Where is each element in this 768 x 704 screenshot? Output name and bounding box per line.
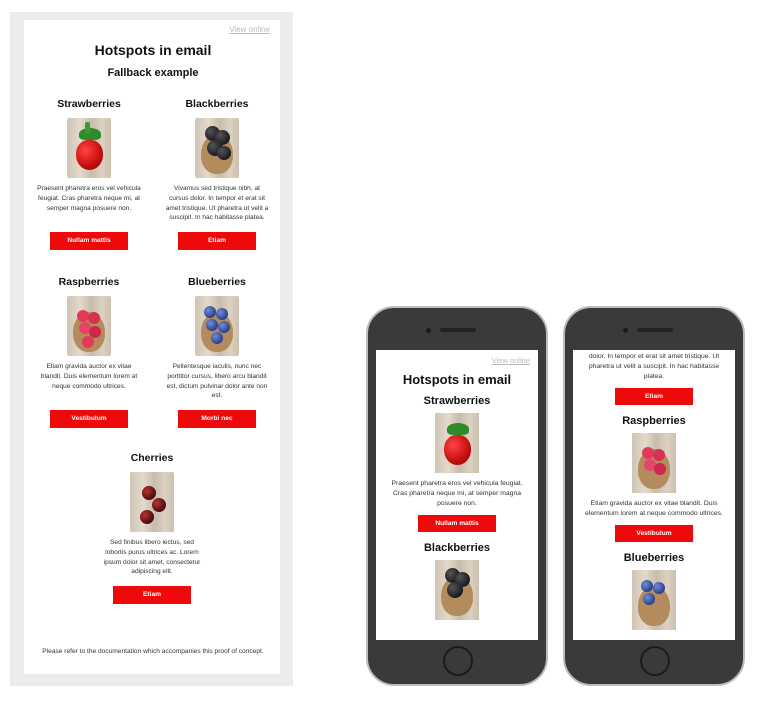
section-heading: Blackberries: [423, 542, 491, 554]
product-description: Vivamus sed tristique nibh, at cursus do…: [165, 185, 269, 222]
blueberry-photo: [195, 296, 239, 356]
nullam-mattis-button[interactable]: Nullam mattis: [418, 515, 496, 532]
product-description: Pellentesque iaculis, nunc nec porttitor…: [166, 363, 268, 400]
product-raspberries: Raspberries Etiam gravida auctor ex vita…: [24, 276, 154, 428]
product-description: Sed finibus libero lectus, sed lobortis …: [103, 539, 201, 576]
raspberry-photo: [632, 433, 676, 493]
product-description: Etiam gravida auctor ex vitae blandit. D…: [585, 500, 723, 517]
section-heading: Blueberries: [623, 552, 685, 564]
product-blueberries: Blueberries Pellentesque iaculis, nunc n…: [152, 276, 282, 428]
etiam-button[interactable]: Etiam: [178, 232, 256, 250]
email-footer: Please refer to the documentation which …: [42, 648, 264, 655]
home-button[interactable]: [443, 646, 473, 676]
etiam-button[interactable]: Etiam: [615, 388, 693, 405]
product-description: Praesent pharetra eros vel vehicula feug…: [37, 185, 141, 212]
email-title: Hotspots in email: [94, 42, 212, 58]
product-name: Raspberries: [58, 276, 120, 288]
blueberry-photo: [632, 570, 676, 630]
section-heading: Raspberries: [622, 415, 686, 427]
speaker-grille: [637, 328, 673, 332]
product-description: Etiam gravida auctor ex vitae blandit. D…: [40, 363, 138, 390]
product-name: Cherries: [130, 452, 174, 464]
speaker-grille: [440, 328, 476, 332]
camera-icon: [426, 328, 431, 333]
phone-mockup-2: dolor. In tempor et erat sit amet tristi…: [563, 306, 745, 686]
product-name: Strawberries: [57, 98, 121, 110]
blackberry-photo: [195, 118, 239, 178]
email-subtitle: Fallback example: [107, 67, 199, 79]
email-desktop-frame: View online Hotspots in email Fallback e…: [10, 12, 293, 686]
product-name: Blackberries: [185, 98, 249, 110]
email-body: View online Hotspots in email Fallback e…: [24, 20, 280, 674]
phone-screen-1: View online Hotspots in email Strawberri…: [376, 350, 538, 640]
vestibulum-button[interactable]: Vestibulum: [615, 525, 693, 542]
product-blackberries: Blackberries Vivamus sed tristique nibh,…: [152, 98, 282, 250]
strawberry-photo: [435, 413, 479, 473]
product-strawberries: Strawberries Praesent pharetra eros vel …: [24, 98, 154, 250]
cherry-photo: [130, 472, 174, 532]
etiam-button-cherries[interactable]: Etiam: [113, 586, 191, 604]
vestibulum-button[interactable]: Vestibulum: [50, 410, 128, 428]
phone-screen-2: dolor. In tempor et erat sit amet tristi…: [573, 350, 735, 640]
view-online-link[interactable]: View online: [376, 350, 538, 368]
stage: View online Hotspots in email Fallback e…: [0, 0, 768, 704]
view-online-link[interactable]: View online: [229, 25, 270, 34]
product-cherries: Cherries Sed finibus libero lectus, sed …: [87, 452, 217, 604]
morbi-nec-button[interactable]: Morbi nec: [178, 410, 256, 428]
section-heading: Strawberries: [423, 395, 491, 407]
strawberry-photo: [67, 118, 111, 178]
nullam-mattis-button[interactable]: Nullam mattis: [50, 232, 128, 250]
phone-mockup-1: View online Hotspots in email Strawberri…: [366, 306, 548, 686]
product-description: Praesent pharetra eros vel vehicula feug…: [391, 480, 523, 507]
camera-icon: [623, 328, 628, 333]
home-button[interactable]: [640, 646, 670, 676]
blackberry-photo: [435, 560, 479, 620]
raspberry-photo: [67, 296, 111, 356]
email-title: Hotspots in email: [402, 372, 512, 387]
product-description-partial: dolor. In tempor et erat sit amet tristi…: [588, 353, 720, 380]
product-name: Blueberries: [188, 276, 246, 288]
